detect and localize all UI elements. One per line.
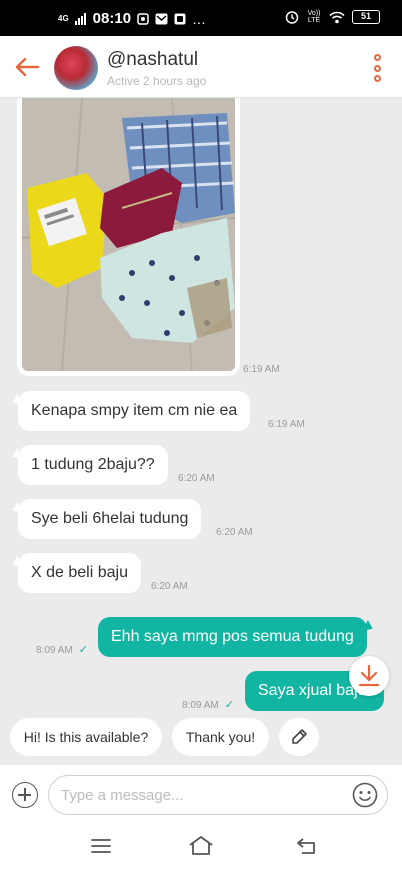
active-status: Active 2 hours ago <box>107 74 207 88</box>
quick-reply-available[interactable]: Hi! Is this available? <box>10 718 162 756</box>
message-time-row: 8:09 AM ✓ <box>36 643 88 656</box>
alarm-icon <box>285 11 299 24</box>
image-message[interactable] <box>17 98 240 376</box>
status-time: 08:10 <box>92 10 132 27</box>
message-input[interactable] <box>48 775 388 815</box>
emoji-icon[interactable] <box>352 782 378 808</box>
message-time: 6:20 AM <box>216 527 253 538</box>
wifi-icon <box>329 11 345 23</box>
chat-screen: 4G 08:10 … Vo)) LTE 51 @nashatul Active … <box>0 0 402 870</box>
scroll-down-icon[interactable] <box>349 656 389 696</box>
quick-reply-thanks[interactable]: Thank you! <box>172 718 269 756</box>
incoming-message[interactable]: Sye beli 6helai tudung <box>18 499 202 539</box>
home-icon[interactable] <box>188 834 213 858</box>
sent-check-icon: ✓ <box>78 644 88 656</box>
status-right: Vo)) LTE 51 <box>285 10 380 24</box>
status-bar: 4G 08:10 … Vo)) LTE 51 <box>0 0 402 36</box>
menu-icon[interactable] <box>89 834 113 858</box>
incoming-message[interactable]: Kenapa smpy item cm nie ea <box>18 391 251 431</box>
more-vertical-icon[interactable] <box>372 54 382 82</box>
message-time: 6:20 AM <box>178 473 215 484</box>
status-left: 4G 08:10 … <box>58 10 207 27</box>
message-time: 8:09 AM <box>182 700 219 711</box>
sent-check-icon: ✓ <box>224 699 234 711</box>
chat-header: @nashatul Active 2 hours ago <box>0 36 402 98</box>
message-time: 6:19 AM <box>268 419 305 430</box>
message-time: 8:09 AM <box>36 645 73 656</box>
mail-notification-icon <box>155 13 168 24</box>
chat-username[interactable]: @nashatul <box>107 49 198 71</box>
message-time: 6:20 AM <box>151 581 188 592</box>
edit-icon[interactable] <box>279 718 319 756</box>
avatar[interactable] <box>54 46 98 90</box>
app-notification-icon <box>174 13 186 24</box>
signal-icon <box>74 12 86 25</box>
message-time-row: 8:09 AM ✓ <box>182 698 234 711</box>
product-photo[interactable] <box>22 98 235 371</box>
volte-label: Vo)) LTE <box>307 10 321 24</box>
back-arrow-icon[interactable] <box>12 52 42 82</box>
more-notifications: … <box>192 10 208 27</box>
incoming-message[interactable]: 1 tudung 2baju?? <box>18 445 168 485</box>
message-time: 6:19 AM <box>243 364 280 375</box>
outgoing-message[interactable]: Ehh saya mmg pos semua tudung <box>98 617 367 657</box>
back-icon[interactable] <box>294 834 318 858</box>
system-nav-bar <box>0 828 402 870</box>
gallery-notification-icon <box>137 12 149 25</box>
battery-indicator: 51 <box>352 10 380 24</box>
add-icon[interactable] <box>12 782 38 808</box>
incoming-message[interactable]: X de beli baju <box>18 553 141 593</box>
network-type: 4G <box>58 13 69 23</box>
